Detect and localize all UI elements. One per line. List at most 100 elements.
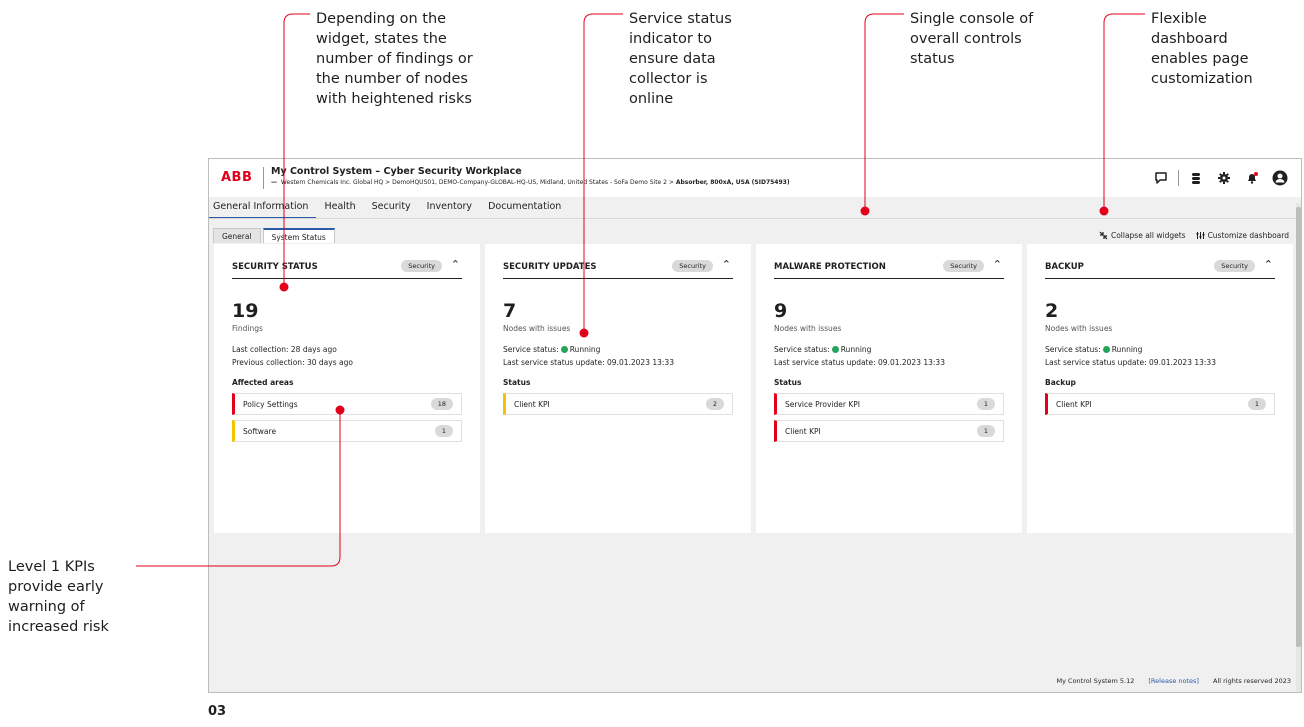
page-number: 03 — [208, 704, 227, 719]
tab-inventory[interactable]: Inventory — [419, 199, 480, 219]
widget-tag: Security — [1214, 260, 1255, 272]
nodes-count: 2 — [1045, 300, 1059, 322]
tab-health[interactable]: Health — [316, 199, 363, 219]
kpi-software[interactable]: Software 1 — [232, 420, 462, 442]
nodes-count: 9 — [774, 300, 788, 322]
status-dot-icon — [560, 346, 568, 353]
service-status-label: Service status: — [503, 345, 559, 354]
kpi-label: Software — [243, 427, 277, 436]
kpi-count-badge: 1 — [976, 398, 995, 410]
widget-title: MALWARE PROTECTION — [774, 262, 886, 272]
collapse-chevron-icon[interactable]: ⌃ — [993, 258, 1002, 271]
count-unit: Nodes with issues — [1045, 324, 1113, 333]
widget-tag: Security — [943, 260, 984, 272]
collapse-chevron-icon[interactable]: ⌃ — [722, 258, 731, 271]
service-status-label: Service status: — [774, 345, 830, 354]
last-collection: Last collection: 28 days ago — [232, 345, 337, 354]
top-icons — [1144, 168, 1291, 188]
count-unit: Nodes with issues — [774, 324, 842, 333]
kpi-label: Policy Settings — [243, 400, 298, 409]
widget-title: SECURITY STATUS — [232, 262, 318, 272]
scrollbar-thumb[interactable] — [1296, 207, 1301, 647]
tab-general-information[interactable]: General Information — [209, 199, 317, 219]
footer-rights: All rights reserved 2023 — [1212, 677, 1291, 685]
chat-icon[interactable] — [1150, 168, 1172, 188]
findings-count: 19 — [232, 300, 259, 322]
customize-dashboard-button[interactable]: Customize dashboard — [1196, 231, 1289, 240]
breadcrumb: — Western Chemicals Inc. Global HQ > Dem… — [271, 179, 790, 186]
service-status: Service status: Running — [503, 345, 600, 354]
kpi-count-badge: 18 — [430, 398, 453, 410]
tab-divider — [209, 218, 1301, 219]
service-status-value: Running — [840, 345, 872, 354]
collapse-all-label: Collapse all widgets — [1110, 231, 1186, 240]
status-dot-icon — [1102, 346, 1110, 353]
service-status-label: Service status: — [1045, 345, 1101, 354]
top-bar: ABB My Control System – Cyber Security W… — [209, 159, 1301, 197]
annotation-single-console: Single console of overall controls statu… — [910, 11, 1034, 67]
footer-version: My Control System 5.12 — [1056, 677, 1135, 685]
status-dot-icon — [831, 346, 839, 353]
widget-tag: Security — [401, 260, 442, 272]
kpi-policy-settings[interactable]: Policy Settings 18 — [232, 393, 462, 415]
widget-header: BACKUP Security ⌃ — [1045, 258, 1275, 279]
kpi-client[interactable]: Client KPI 2 — [503, 393, 733, 415]
nodes-count: 7 — [503, 300, 517, 322]
annotation-findings: Depending on the widget, states the numb… — [316, 11, 473, 107]
kpi-client[interactable]: Client KPI 1 — [1045, 393, 1275, 415]
service-status: Service status: Running — [1045, 345, 1142, 354]
widget-security-updates: SECURITY UPDATES Security ⌃ 7 Nodes with… — [485, 244, 751, 533]
section-label: Status — [774, 378, 802, 387]
release-notes-link[interactable]: [Release notes] — [1148, 677, 1199, 685]
dashboard-actions: Collapse all widgets Customize dashboard — [1099, 231, 1289, 240]
last-status-update: Last service status update: 09.01.2023 1… — [503, 358, 674, 367]
app-title: My Control System – Cyber Security Workp… — [271, 166, 522, 177]
widget-security-status: SECURITY STATUS Security ⌃ 19 Findings L… — [214, 244, 480, 533]
collapse-icon — [1099, 231, 1108, 240]
collapse-chevron-icon[interactable]: ⌃ — [1264, 258, 1273, 271]
tab-security[interactable]: Security — [364, 199, 419, 219]
kpi-label: Client KPI — [1056, 400, 1092, 409]
collapse-chevron-icon[interactable]: ⌃ — [451, 258, 460, 271]
section-label: Backup — [1045, 378, 1076, 387]
last-status-update: Last service status update: 09.01.2023 1… — [774, 358, 945, 367]
widget-backup: BACKUP Security ⌃ 2 Nodes with issues Se… — [1027, 244, 1293, 533]
kpi-client[interactable]: Client KPI 1 — [774, 420, 1004, 442]
database-icon[interactable] — [1185, 168, 1207, 188]
page: Depending on the widget, states the numb… — [0, 0, 1304, 727]
sliders-icon — [1196, 232, 1205, 239]
breadcrumb-path[interactable]: Western Chemicals Inc. Global HQ > DemoH… — [281, 179, 674, 186]
collapse-all-button[interactable]: Collapse all widgets — [1099, 231, 1186, 240]
tab-documentation[interactable]: Documentation — [480, 199, 569, 219]
breadcrumb-dash: — — [271, 179, 277, 186]
main-tabs: General Information Health Security Inve… — [209, 199, 569, 219]
notification-bell-icon[interactable] — [1241, 168, 1263, 188]
widget-malware-protection: MALWARE PROTECTION Security ⌃ 9 Nodes wi… — [756, 244, 1022, 533]
kpi-count-badge: 1 — [434, 425, 453, 437]
icon-divider — [1178, 170, 1179, 186]
kpi-label: Client KPI — [785, 427, 821, 436]
section-label: Affected areas — [232, 378, 294, 387]
widget-title: BACKUP — [1045, 262, 1084, 272]
annotation-level1-kpis: Level 1 KPIs provide early warning of in… — [8, 559, 109, 635]
gear-icon[interactable] — [1213, 168, 1235, 188]
kpi-service-provider[interactable]: Service Provider KPI 1 — [774, 393, 1004, 415]
widget-header: MALWARE PROTECTION Security ⌃ — [774, 258, 1004, 279]
widget-title: SECURITY UPDATES — [503, 262, 597, 272]
user-avatar-icon[interactable] — [1269, 168, 1291, 188]
annotation-service-status: Service status indicator to ensure data … — [629, 11, 732, 107]
last-status-update: Last service status update: 09.01.2023 1… — [1045, 358, 1216, 367]
subtab-general[interactable]: General — [213, 228, 261, 243]
count-unit: Findings — [232, 324, 263, 333]
service-status: Service status: Running — [774, 345, 871, 354]
service-status-value: Running — [569, 345, 601, 354]
app-screenshot: ABB My Control System – Cyber Security W… — [208, 158, 1302, 693]
subtab-system-status[interactable]: System Status — [262, 228, 335, 243]
widget-tag: Security — [672, 260, 713, 272]
sub-tabs: General System Status — [213, 228, 337, 243]
customize-dashboard-label: Customize dashboard — [1207, 231, 1289, 240]
kpi-count-badge: 1 — [1247, 398, 1266, 410]
service-status-value: Running — [1111, 345, 1143, 354]
abb-logo: ABB — [221, 170, 253, 185]
widget-header: SECURITY STATUS Security ⌃ — [232, 258, 462, 279]
